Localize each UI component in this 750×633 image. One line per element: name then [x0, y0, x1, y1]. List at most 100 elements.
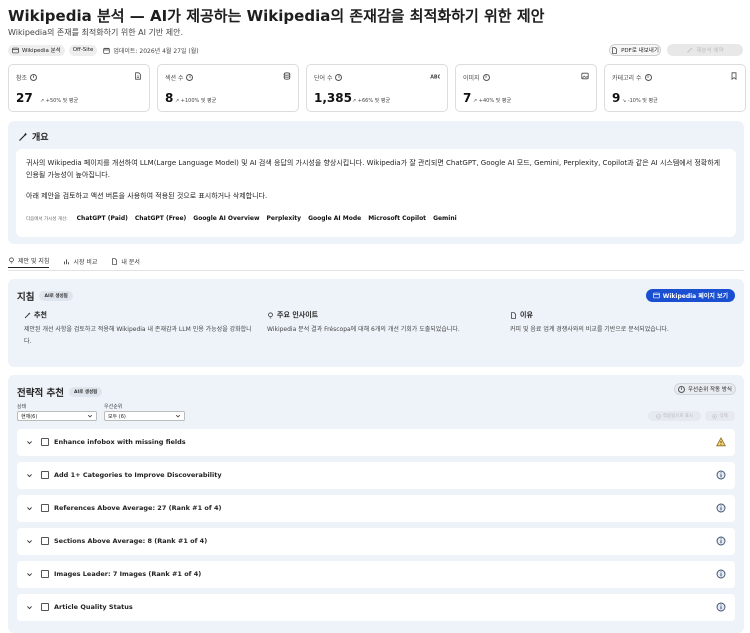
info-icon[interactable]: i — [482, 74, 490, 81]
row-checkbox[interactable] — [41, 504, 49, 512]
chevron-down-icon[interactable] — [26, 505, 33, 512]
tag-offsite: Off-Site — [68, 44, 98, 56]
tab-suggestions[interactable]: 제안 및 지침 — [8, 254, 50, 268]
tab-my-documents[interactable]: 내 문서 — [111, 254, 140, 268]
recommendation-row[interactable]: References Above Average: 27 (Rank #1 of… — [17, 495, 735, 522]
info-icon — [716, 470, 726, 480]
ai-generated-badge: AI로 생성됨 — [39, 291, 73, 301]
tab-bar: 제안 및 지침 시장 비교 내 문서 — [8, 254, 140, 270]
close-circle-icon — [712, 413, 718, 419]
guidelines-title: 지침 — [17, 292, 35, 303]
chevron-down-icon[interactable] — [26, 538, 33, 545]
guideline-text-recommend: 제안된 개선 사항을 검토하고 적용해 Wikipedia 내 존재감과 LLM… — [24, 326, 252, 345]
chevron-down-icon[interactable] — [26, 439, 33, 446]
tag-label: Off-Site — [72, 47, 94, 53]
overview-paragraph-2: 아래 제안을 검토하고 액션 버튼을 사용하여 적용된 것으로 표시하거나 삭제… — [26, 192, 268, 200]
chevron-down-icon[interactable] — [26, 472, 33, 479]
bookmark-icon — [731, 72, 737, 80]
guideline-text-insight: Wikipedia 분석 결과 Fréscopa에 대해 6개의 개선 기회가 … — [267, 326, 460, 333]
row-title: Enhance infobox with missing fields — [54, 437, 186, 446]
recommendation-row[interactable]: Images Leader: 7 Images (Rank #1 of 4) — [17, 561, 735, 588]
service-google-ai-mode: Google AI Mode — [308, 215, 362, 222]
document-icon — [135, 72, 141, 80]
guideline-text-reason: 커피 및 음료 업계 경쟁사와의 비교를 기반으로 분석되었습니다. — [510, 326, 669, 333]
row-checkbox[interactable] — [41, 537, 49, 545]
priority-select-value: 모두 (6) — [108, 413, 126, 420]
warning-icon — [716, 437, 726, 447]
row-checkbox[interactable] — [41, 471, 49, 479]
stat-change: ↗ +66% 및 평균 — [352, 98, 391, 104]
stat-value: 27 — [16, 91, 33, 105]
info-icon[interactable]: i — [186, 74, 194, 81]
tag-label: Wikipedia 분석 — [22, 48, 61, 54]
chart-icon — [64, 258, 70, 264]
row-checkbox[interactable] — [41, 570, 49, 578]
document-icon — [511, 311, 516, 319]
document-icon — [112, 257, 118, 265]
ai-generated-badge: AI로 생성됨 — [69, 387, 103, 397]
priority-info-button[interactable]: i 우선순위 작동 방식 — [674, 383, 736, 395]
status-select-value: 현재(6) — [21, 413, 38, 420]
guideline-heading-text: 이유 — [520, 311, 533, 319]
stat-change: ↗ +100% 및 평균 — [175, 98, 217, 104]
recommendation-row[interactable]: Add 1+ Categories to Improve Discoverabi… — [17, 462, 735, 489]
lightbulb-icon — [268, 311, 273, 318]
chevron-down-icon — [175, 414, 181, 418]
text-icon: ABC — [430, 74, 440, 80]
stat-card-words: 단어 수i ABC 1,385 ↗ +66% 및 평균 — [306, 64, 448, 112]
stat-card-categories: 카테고리 수i 9 ↘ -10% 및 평균 — [604, 64, 746, 112]
stat-card-sections: 섹션 수i 8 ↗ +100% 및 평균 — [157, 64, 299, 112]
row-checkbox[interactable] — [41, 603, 49, 611]
reanalyze-button[interactable]: 재분석 예약 — [667, 44, 743, 56]
info-icon[interactable]: i — [30, 74, 38, 81]
info-icon — [716, 602, 726, 612]
tab-market-comparison[interactable]: 시장 비교 — [63, 254, 97, 268]
recommendation-row[interactable]: Enhance infobox with missing fields — [17, 429, 735, 456]
guideline-heading-recommend: 추천 — [24, 310, 47, 320]
export-pdf-button[interactable]: PDF로 내보내기 — [609, 44, 661, 56]
tab-label: 시장 비교 — [73, 258, 98, 266]
check-circle-icon — [656, 413, 661, 419]
stat-value: 9 — [612, 91, 621, 105]
info-icon[interactable]: i — [335, 74, 343, 81]
delete-button[interactable]: 삭제 — [705, 411, 735, 421]
updated-date: 업데이트: 2026년 4월 27일 (월) — [103, 46, 199, 55]
info-icon — [716, 569, 726, 579]
ai-services-list: 다음에서 가시성 개선: ChatGPT (Paid) ChatGPT (Fre… — [26, 215, 457, 222]
stat-card-references: 참조 i 27 ↗ +50% 및 평균 — [8, 64, 150, 112]
recommendation-row[interactable]: Sections Above Average: 8 (Rank #1 of 4) — [17, 528, 735, 555]
priority-button-label: 우선순위 작동 방식 — [688, 387, 732, 393]
magic-wand-icon — [19, 132, 28, 141]
browser-icon — [652, 292, 660, 299]
overview-panel: 개요 귀사의 Wikipedia 페이지를 개선하여 LLM(Large Lan… — [8, 121, 744, 244]
stat-change: ↗ +50% 및 평균 — [40, 98, 79, 104]
info-icon[interactable]: i — [644, 74, 652, 81]
chevron-down-icon[interactable] — [26, 604, 33, 611]
status-select[interactable]: 현재(6) — [17, 411, 97, 421]
browser-icon — [12, 47, 19, 53]
strategy-title: 전략적 추천 — [17, 388, 65, 399]
row-title: Add 1+ Categories to Improve Discoverabi… — [54, 470, 222, 479]
page-subtitle: Wikipedia의 존재를 최적화하기 위한 AI 기반 제안. — [8, 28, 184, 37]
info-icon: i — [678, 385, 685, 393]
priority-select[interactable]: 모두 (6) — [104, 411, 185, 421]
row-checkbox[interactable] — [41, 438, 49, 446]
calendar-icon — [103, 47, 111, 54]
guideline-heading-reason: 이유 — [510, 310, 533, 320]
tab-label: 내 문서 — [121, 258, 140, 266]
service-perplexity: Perplexity — [266, 215, 302, 222]
overview-card: 귀사의 Wikipedia 페이지를 개선하여 LLM(Large Langua… — [16, 149, 736, 237]
recommendation-row[interactable]: Article Quality Status — [17, 594, 735, 621]
lightbulb-icon — [9, 257, 14, 264]
svg-text:ABC: ABC — [430, 74, 440, 80]
service-google-ai-overview: Google AI Overview — [193, 215, 260, 222]
updated-text: 업데이트: 2026년 4월 27일 (월) — [113, 47, 199, 55]
view-wikipedia-page-button[interactable]: Wikipedia 페이지 보기 — [645, 289, 735, 302]
service-chatgpt-paid: ChatGPT (Paid) — [76, 215, 128, 222]
mark-applied-button[interactable]: 적용됨으로 표시 — [648, 411, 701, 421]
overview-title: 개요 — [32, 133, 49, 143]
reanalyze-label: 재분석 예약 — [696, 48, 724, 54]
view-button-label: Wikipedia 페이지 보기 — [662, 293, 728, 300]
priority-filter-label: 우선순위 — [104, 404, 123, 410]
chevron-down-icon[interactable] — [26, 571, 33, 578]
